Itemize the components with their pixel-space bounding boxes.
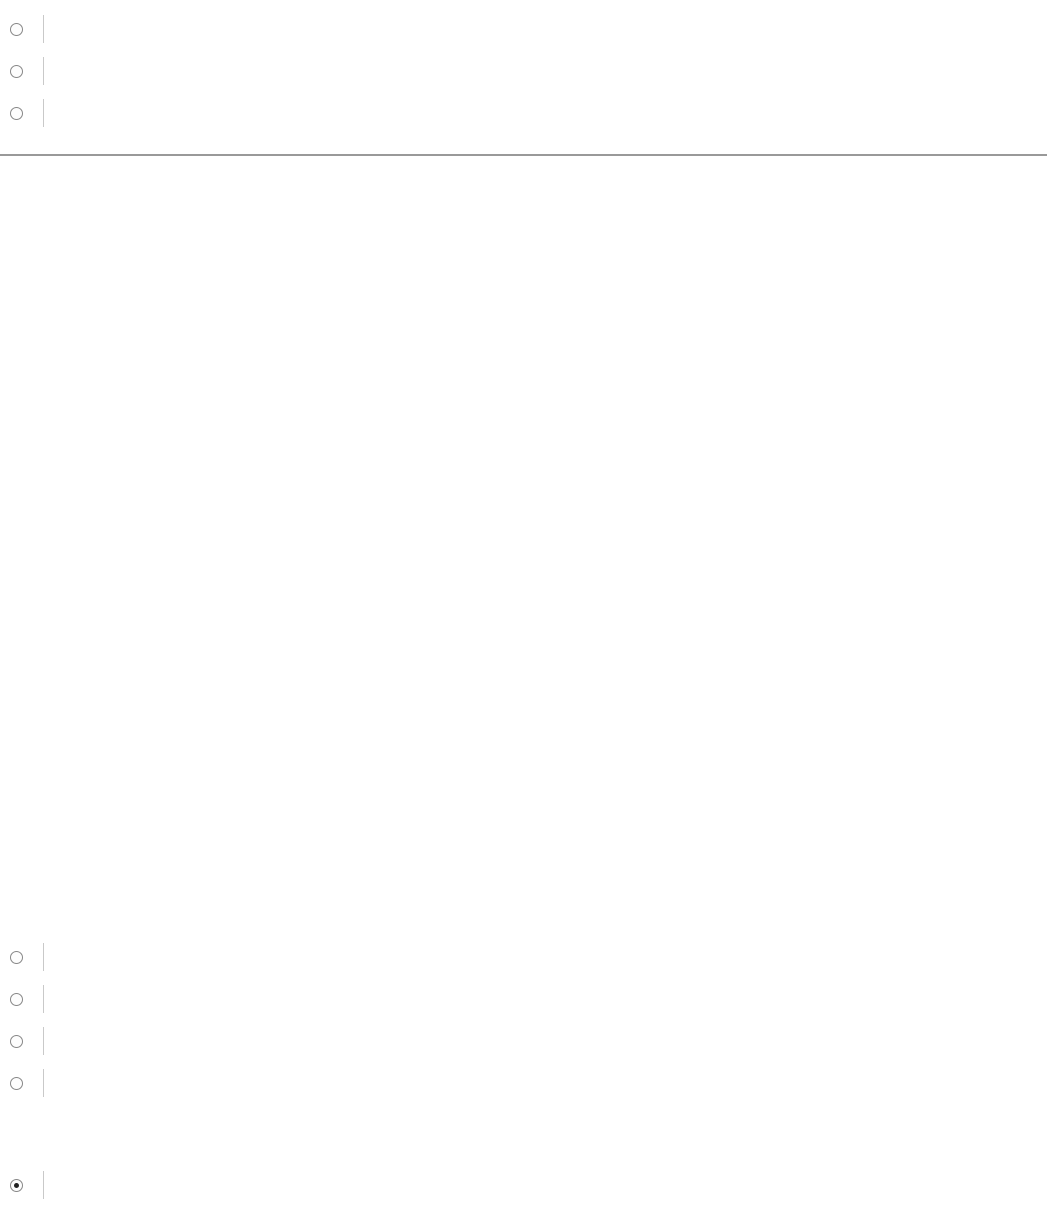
divider-vertical xyxy=(43,1171,44,1199)
divider-vertical xyxy=(43,943,44,971)
radio-row xyxy=(10,1020,1047,1062)
radio-row xyxy=(10,1164,1047,1206)
spacer xyxy=(0,156,1047,936)
divider-vertical xyxy=(43,985,44,1013)
radio-group-3 xyxy=(0,1164,1047,1206)
radio-option-b[interactable] xyxy=(10,993,23,1006)
divider-vertical xyxy=(43,15,44,43)
radio-option-a[interactable] xyxy=(10,951,23,964)
divider-vertical xyxy=(43,99,44,127)
spacer xyxy=(0,1104,1047,1164)
radio-option-1[interactable] xyxy=(10,23,23,36)
radio-group-2 xyxy=(0,936,1047,1104)
radio-row xyxy=(10,8,1047,50)
radio-row xyxy=(10,50,1047,92)
divider-vertical xyxy=(43,1069,44,1097)
radio-option-d[interactable] xyxy=(10,1077,23,1090)
radio-row xyxy=(10,92,1047,134)
radio-row xyxy=(10,1062,1047,1104)
divider-vertical xyxy=(43,1027,44,1055)
radio-option-3[interactable] xyxy=(10,107,23,120)
radio-row xyxy=(10,936,1047,978)
radio-option-c[interactable] xyxy=(10,1035,23,1048)
radio-group-1 xyxy=(0,0,1047,134)
divider-vertical xyxy=(43,57,44,85)
radio-row xyxy=(10,978,1047,1020)
radio-option-2[interactable] xyxy=(10,65,23,78)
